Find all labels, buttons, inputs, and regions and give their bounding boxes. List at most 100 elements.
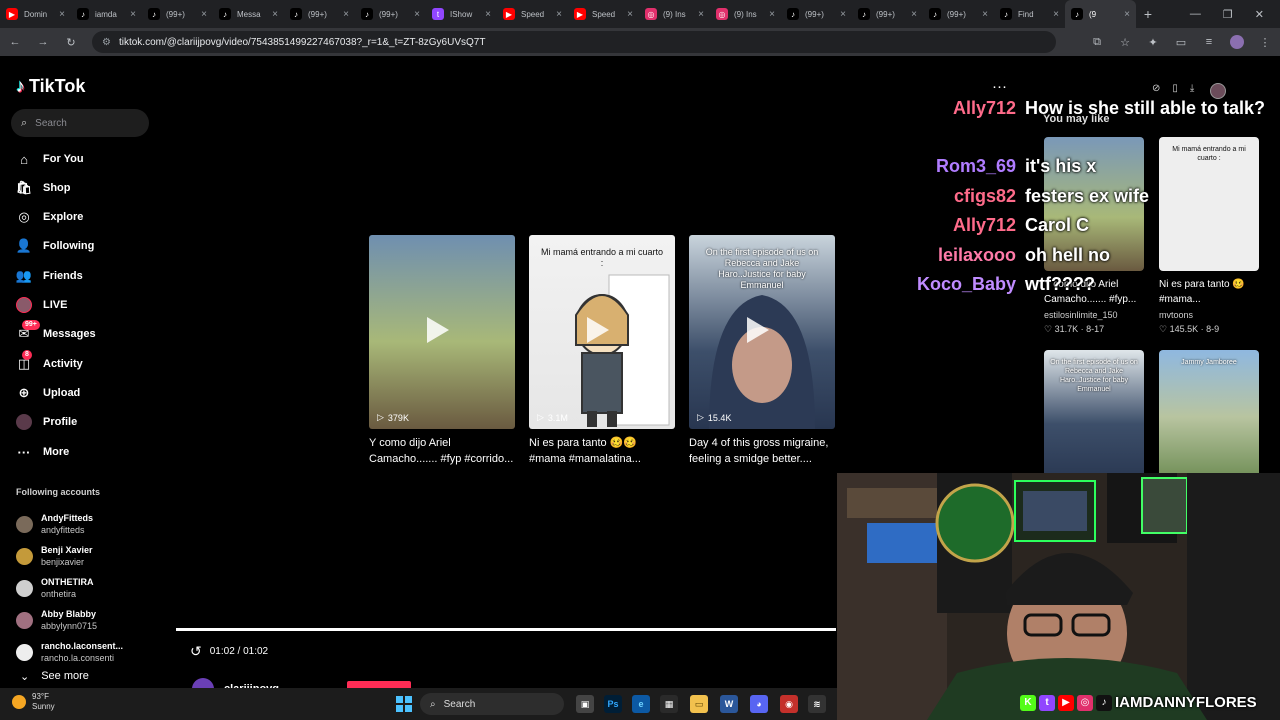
new-tab-button[interactable]: + (1136, 6, 1160, 22)
recommended-thumbnail[interactable]: Mi mamá entrando a mi cuarto : (1159, 137, 1259, 271)
close-window-icon[interactable]: ✕ (1255, 8, 1264, 21)
sidebar-item-friends[interactable]: 👥 Friends (16, 268, 83, 284)
browser-tab[interactable]: ♪ (99+) × (923, 0, 994, 28)
video-thumbnail[interactable]: On the first episode of us on Rebecca an… (689, 235, 835, 429)
download-icon[interactable]: ⤓ (1190, 83, 1194, 99)
close-icon[interactable]: × (911, 9, 917, 20)
task-view-icon[interactable]: ▣ (576, 695, 594, 713)
browser-tab[interactable]: ♪ (99+) × (852, 0, 923, 28)
forward-icon[interactable]: → (36, 36, 50, 48)
bookmark-star-icon[interactable]: ☆ (1118, 36, 1132, 49)
edge-icon[interactable]: e (632, 695, 650, 713)
avatar[interactable] (16, 579, 33, 597)
menu-kebab-icon[interactable]: ⋮ (1258, 36, 1272, 49)
browser-tab[interactable]: ▶ Speed × (568, 0, 639, 28)
store-icon[interactable]: ▦ (660, 695, 678, 713)
browser-tab[interactable]: ♪ (9 × (1065, 0, 1136, 28)
avatar[interactable] (16, 515, 33, 533)
close-icon[interactable]: × (627, 9, 633, 20)
extensions-icon[interactable]: ✦ (1146, 36, 1160, 49)
recommended-card[interactable]: Jammy Jamboree (1159, 350, 1259, 484)
play-icon[interactable] (427, 317, 449, 343)
recommended-thumbnail[interactable]: Jammy Jamboree (1159, 350, 1259, 484)
file-explorer-icon[interactable]: ▭ (690, 695, 708, 713)
see-more-button[interactable]: ⌄ See more (20, 670, 89, 683)
browser-tab[interactable]: ♪ Messa × (213, 0, 284, 28)
taskbar-search[interactable]: ⌕ Search (420, 693, 564, 715)
close-icon[interactable]: × (485, 9, 491, 20)
sidebar-item-messages[interactable]: ✉ 99+ Messages (16, 320, 96, 342)
search-input[interactable]: ⌕ Search (11, 109, 149, 137)
recommended-title[interactable]: Ni es para tanto 🥴 #mama... (1159, 277, 1259, 307)
video-card-title[interactable]: Day 4 of this gross migraine, feeling a … (689, 435, 835, 467)
sidebar-item-explore[interactable]: ◎ Explore (16, 209, 83, 225)
embed-icon[interactable]: ⊘ (1152, 83, 1160, 99)
close-icon[interactable]: × (414, 9, 420, 20)
close-icon[interactable]: × (59, 9, 65, 20)
browser-tab[interactable]: ◎ (9) Ins × (639, 0, 710, 28)
browser-tab[interactable]: ◎ (9) Ins × (710, 0, 781, 28)
sidebar-item-for-you[interactable]: ⌂ For You (16, 151, 83, 167)
play-icon[interactable] (587, 317, 609, 343)
avatar[interactable] (16, 547, 33, 565)
browser-tab[interactable]: ♪ (99+) × (355, 0, 426, 28)
recommended-card[interactable]: On the first episode of us on Rebecca an… (1044, 350, 1144, 484)
url-text[interactable]: tiktok.com/@clariijpovg/video/7543851499… (119, 37, 485, 48)
video-thumbnail[interactable]: Mi mamá entrando a mi cuarto : ▷ 3.1M (529, 235, 675, 429)
discord-icon[interactable]: ◕ (750, 695, 768, 713)
media-controls-icon[interactable]: ≡ (1202, 36, 1216, 48)
recommended-card[interactable]: Mi mamá entrando a mi cuarto : Ni es para… (1159, 137, 1259, 335)
browser-tab[interactable]: ♪ (99+) × (142, 0, 213, 28)
reload-icon[interactable]: ↻ (64, 36, 78, 49)
profile-avatar-icon[interactable] (1230, 35, 1244, 49)
following-account[interactable]: Benji Xavier benjixavier (16, 544, 93, 568)
avatar[interactable] (16, 611, 33, 629)
video-thumbnail[interactable]: ▷ 379K (369, 235, 515, 429)
photoshop-icon[interactable]: Ps (604, 695, 622, 713)
following-account[interactable]: Abby Blabby abbylynn0715 (16, 608, 97, 632)
video-card-title[interactable]: Ni es para tanto 🥴🥴 #mama #mamalatina... (529, 435, 675, 467)
tiktok-logo[interactable]: ♪ TikTok (16, 76, 85, 97)
back-icon[interactable]: ← (8, 36, 22, 48)
weather-widget[interactable]: 93°F Sunny (12, 692, 55, 712)
sidebar-item-more[interactable]: ··· More (16, 444, 70, 460)
play-icon[interactable] (747, 317, 769, 343)
replay-icon[interactable]: ↺ (190, 643, 202, 660)
browser-tab[interactable]: ♪ (99+) × (284, 0, 355, 28)
video-card[interactable]: Mi mamá entrando a mi cuarto : ▷ 3.1M Ni es… (529, 235, 675, 467)
sidebar-item-following[interactable]: 👤 Following (16, 238, 94, 254)
sidebar-item-profile[interactable]: Profile (16, 414, 77, 430)
windows-start-icon[interactable] (396, 696, 412, 712)
close-icon[interactable]: × (556, 9, 562, 20)
close-icon[interactable]: × (130, 9, 136, 20)
more-options-icon[interactable]: ··· (992, 78, 1007, 95)
obs-icon[interactable]: ◉ (780, 695, 798, 713)
close-icon[interactable]: × (272, 9, 278, 20)
split-view-icon[interactable]: ▭ (1174, 36, 1188, 49)
maximize-icon[interactable]: ❐ (1223, 8, 1233, 21)
mobile-icon[interactable]: ▯ (1172, 83, 1178, 99)
video-card[interactable]: ▷ 379K Y como dijo Ariel Camacho....... #f… (369, 235, 515, 467)
sidebar-item-live[interactable]: LIVE (16, 297, 67, 313)
video-player[interactable]: ▷ 379K Y como dijo Ariel Camacho....... #f… (176, 58, 836, 700)
browser-tab[interactable]: t IShow × (426, 0, 497, 28)
close-icon[interactable]: × (343, 9, 349, 20)
video-progress-bar[interactable] (176, 628, 836, 631)
sidebar-item-shop[interactable]: 🛍 Shop (16, 180, 71, 196)
close-icon[interactable]: × (1053, 9, 1059, 20)
following-account[interactable]: rancho.laconsent... rancho.la.consenti (16, 640, 123, 664)
user-avatar[interactable] (1210, 83, 1227, 99)
sidebar-item-upload[interactable]: ⊕ Upload (16, 385, 81, 401)
browser-tab[interactable]: ▶ Domin × (0, 0, 71, 28)
following-account[interactable]: AndyFitteds andyfitteds (16, 512, 93, 536)
address-bar[interactable]: ⚙ tiktok.com/@clariijpovg/video/75438514… (92, 31, 1056, 53)
close-icon[interactable]: × (1124, 9, 1130, 20)
browser-tab[interactable]: ♪ iamda × (71, 0, 142, 28)
recommended-author[interactable]: estilosinlimite_150 (1044, 310, 1144, 320)
browser-tab[interactable]: ♪ (99+) × (781, 0, 852, 28)
close-icon[interactable]: × (840, 9, 846, 20)
browser-tab[interactable]: ▶ Speed × (497, 0, 568, 28)
streamdeck-icon[interactable]: ≋ (808, 695, 826, 713)
close-icon[interactable]: × (201, 9, 207, 20)
avatar[interactable] (16, 643, 33, 661)
